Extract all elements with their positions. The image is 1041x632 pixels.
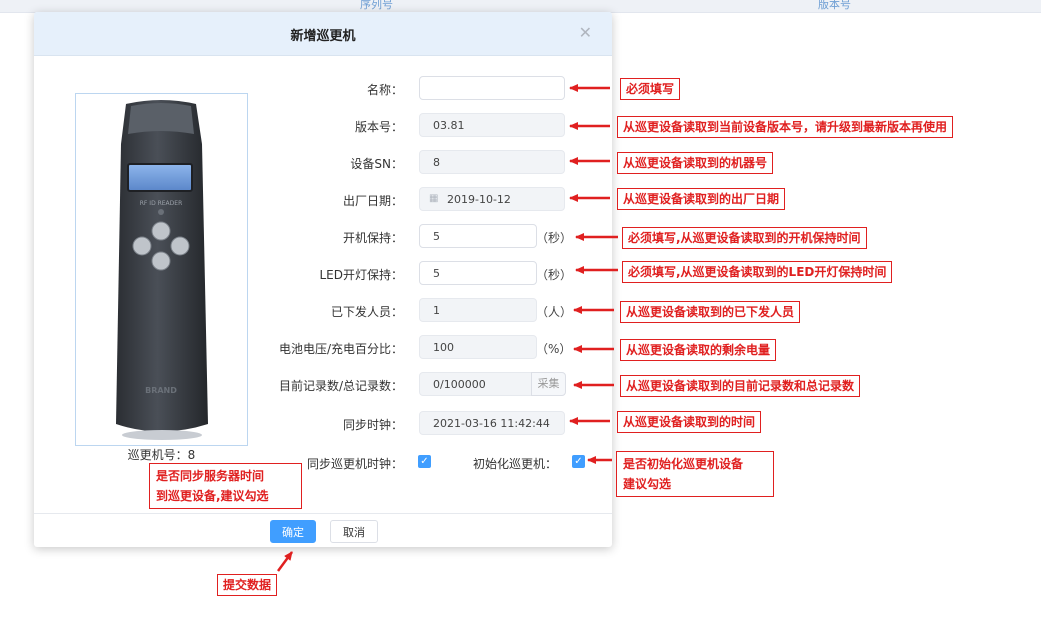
device-screen-text: RF ID READER: [140, 200, 182, 207]
collect-button[interactable]: 采集: [531, 372, 566, 396]
records-input: [419, 372, 532, 396]
annotation-name: 必须填写: [620, 78, 681, 100]
battery-unit: （%）: [536, 342, 572, 356]
dialog-title: 新增巡更机: [290, 29, 356, 44]
column-header-serial: 序列号: [360, 0, 393, 11]
annotation-init-line2: 建议勾选: [623, 477, 672, 491]
issued-people-unit: （人）: [536, 305, 573, 319]
annotation-init-line1: 是否初始化巡更机设备: [623, 457, 744, 471]
records-label: 目前记录数/总记录数：: [278, 379, 403, 393]
sync-clock-input: [419, 411, 565, 435]
device-brand-text: BRAND: [145, 386, 177, 395]
column-header-version: 版本号: [818, 0, 851, 11]
annotation-sync: 是否同步服务器时间 到巡更设备,建议勾选: [149, 463, 302, 509]
annotation-sync-line1: 是否同步服务器时间: [156, 469, 265, 483]
add-patrol-device-dialog: 新增巡更机 ✕ RF ID READER BRAND 巡更机号：8 名称： 版本…: [34, 12, 612, 547]
annotation-date: 从巡更设备读取到的出厂日期: [617, 188, 786, 210]
issued-people-label: 已下发人员：: [330, 305, 403, 319]
annotation-led-hold: 必须填写,从巡更设备读取到的LED开灯保持时间: [622, 261, 893, 283]
annotation-sync-line2: 到巡更设备,建议勾选: [156, 489, 269, 503]
battery-input: [419, 335, 537, 359]
led-hold-input[interactable]: [419, 261, 537, 285]
annotation-clock: 从巡更设备读取到的时间: [617, 411, 762, 433]
issued-people-input: [419, 298, 537, 322]
annotation-version: 从巡更设备读取到当前设备版本号，请升级到最新版本再使用: [617, 116, 954, 138]
arrow-submit: [276, 551, 294, 572]
annotation-submit: 提交数据: [217, 574, 278, 596]
device-sn-label: 设备SN：: [350, 157, 403, 171]
close-icon[interactable]: ✕: [579, 23, 592, 42]
sync-clock-label: 同步时钟：: [342, 418, 403, 432]
confirm-button[interactable]: 确定: [270, 520, 316, 543]
init-device-checkbox[interactable]: ✓: [572, 455, 585, 468]
annotation-battery: 从巡更设备读取的剩余电量: [620, 339, 777, 361]
version-label: 版本号：: [354, 120, 403, 134]
power-hold-label: 开机保持：: [342, 231, 403, 245]
version-input: [419, 113, 565, 137]
annotation-power-hold: 必须填写,从巡更设备读取到的开机保持时间: [622, 227, 867, 249]
annotation-records: 从巡更设备读取到的目前记录数和总记录数: [620, 375, 861, 397]
factory-date-input: [419, 187, 565, 211]
power-hold-unit: （秒）: [536, 231, 573, 245]
led-hold-unit: （秒）: [536, 268, 573, 282]
dialog-header: 新增巡更机 ✕: [34, 12, 612, 56]
led-hold-label: LED开灯保持：: [319, 268, 403, 282]
battery-label: 电池电压/充电百分比：: [278, 342, 403, 356]
annotation-sn: 从巡更设备读取到的机器号: [617, 152, 774, 174]
calendar-icon: ▦: [429, 193, 439, 204]
annotation-people: 从巡更设备读取到的已下发人员: [620, 301, 801, 323]
dialog-footer-divider: [34, 513, 612, 514]
name-label: 名称：: [366, 83, 403, 97]
cancel-button[interactable]: 取消: [330, 520, 378, 543]
annotation-init: 是否初始化巡更机设备 建议勾选: [616, 451, 774, 497]
name-input[interactable]: [419, 76, 565, 100]
factory-date-label: 出厂日期：: [342, 194, 403, 208]
device-sn-input: [419, 150, 565, 174]
init-device-label: 初始化巡更机：: [472, 457, 557, 471]
power-hold-input[interactable]: [419, 224, 537, 248]
